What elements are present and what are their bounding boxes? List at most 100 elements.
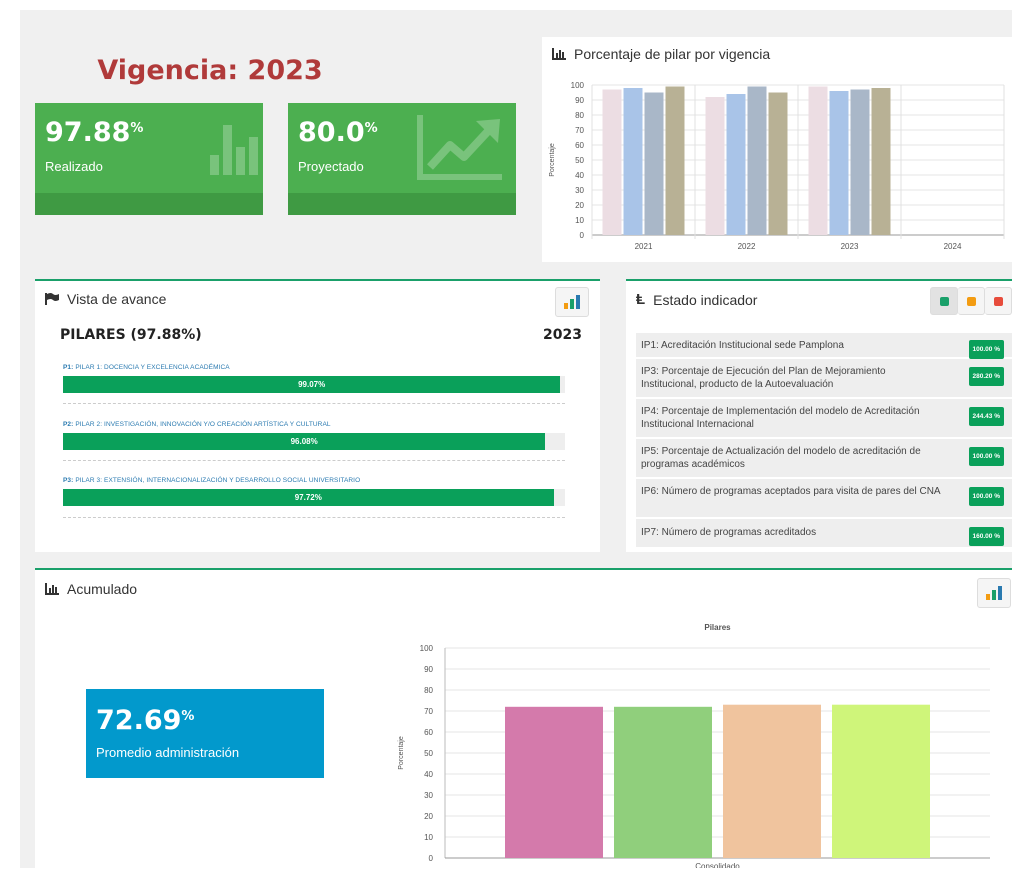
bar-chart-icon <box>552 48 566 60</box>
status-badge: 100.00 % <box>968 340 1004 359</box>
pilares-header: PILARES (97.88%) <box>60 327 202 343</box>
pillar-2-label: P2: PILAR 2: INVESTIGACIÓN, INNOVACIÓN Y… <box>63 421 331 428</box>
pillar-3-progress: 97.72% <box>63 489 565 506</box>
filter-orange-button[interactable] <box>958 287 985 315</box>
flag-icon <box>45 293 59 305</box>
chart-title: Pilares <box>704 623 731 632</box>
acumulado-header: Acumulado <box>45 581 137 597</box>
kpi-proyectado-card: 80.0% Proyectado <box>288 103 516 215</box>
y-tick-label: 40 <box>424 770 433 779</box>
chart-view-button[interactable] <box>555 287 589 317</box>
pillar-1-bar: 99.07% <box>63 376 561 393</box>
y-tick-label: 20 <box>575 201 584 210</box>
bar <box>623 88 643 235</box>
pilar-vigencia-chart: 0 10 20 30 40 50 60 70 80 90 100 Porcentaje 2021 2022… <box>549 81 1005 251</box>
estado-indicador-header: Ⱡ Estado indicador <box>636 291 757 308</box>
y-axis-label: Porcentaje <box>549 143 556 177</box>
indicator-row[interactable]: IP6: Número de programas aceptados para … <box>636 479 1012 517</box>
bar <box>747 86 767 235</box>
indicator-row[interactable]: IP4: Porcentaje de Implementación del mo… <box>636 399 1012 437</box>
y-tick-label: 100 <box>420 644 434 653</box>
status-badge: 100.00 % <box>968 487 1004 506</box>
indicator-row[interactable]: IP3: Porcentaje de Ejecución del Plan de… <box>636 359 1012 397</box>
y-tick-label: 40 <box>575 171 584 180</box>
kpi-realizado-band <box>35 193 263 215</box>
pilares-chart: Pilares 0 10 20 30 40 50 60 70 80 90 100 Porcentaje C… <box>398 623 990 868</box>
status-badge: 100.00 % <box>968 447 1004 466</box>
pillar-3-label: P3: PILAR 3: EXTENSIÓN, INTERNACIONALIZA… <box>63 477 361 484</box>
status-badge: 244.43 % <box>968 407 1004 426</box>
x-axis-label: Consolidado <box>695 862 740 868</box>
vista-avance-header: Vista de avance <box>45 291 166 307</box>
bar <box>644 92 664 235</box>
indicator-text: IP1: Acreditación Institucional sede Pam… <box>641 340 844 351</box>
y-tick-label: 70 <box>575 126 584 135</box>
divider <box>63 403 565 404</box>
bar <box>768 92 788 235</box>
kpi-proyectado-value: 80.0% <box>298 117 378 148</box>
vista-avance-panel: Vista de avance PILARES (97.88%) 2023 P1… <box>35 279 600 552</box>
bar <box>871 88 891 235</box>
x-tick-label: 2021 <box>635 242 653 251</box>
vista-avance-title: Vista de avance <box>67 291 167 307</box>
pilar-vigencia-title: Porcentaje de pilar por vigencia <box>574 46 771 62</box>
indicator-row[interactable]: IP5: Porcentaje de Actualización del mod… <box>636 439 1012 477</box>
color-bar-chart-icon <box>564 295 580 309</box>
divider <box>63 460 565 461</box>
bar <box>505 706 603 858</box>
pillar-2-progress: 96.08% <box>63 433 565 450</box>
y-tick-label: 60 <box>424 728 433 737</box>
status-badge: 160.00 % <box>968 527 1004 546</box>
kpi-realizado-value: 97.88% <box>45 117 144 148</box>
bar <box>808 86 828 235</box>
acumulado-title: Acumulado <box>67 581 138 597</box>
y-tick-label: 80 <box>575 111 584 120</box>
y-axis-label: Porcentaje <box>398 736 405 770</box>
y-tick-label: 100 <box>571 81 585 90</box>
y-tick-label: 50 <box>575 156 584 165</box>
y-tick-label: 20 <box>424 812 433 821</box>
bar <box>723 704 821 858</box>
y-tick-label: 10 <box>575 216 584 225</box>
y-tick-label: 90 <box>575 96 584 105</box>
kpi-realizado-label: Realizado <box>45 159 103 174</box>
indicator-text: IP6: Número de programas aceptados para … <box>641 486 941 497</box>
chart-view-button[interactable] <box>977 578 1011 608</box>
y-tick-label: 60 <box>575 141 584 150</box>
estado-indicador-panel: Ⱡ Estado indicador IP1: Acreditación Ins… <box>626 279 1012 552</box>
status-badge: 280.20 % <box>968 367 1004 386</box>
filter-green-button[interactable] <box>930 287 958 315</box>
pin-icon: Ⱡ <box>636 291 646 308</box>
kpi-proyectado-band <box>288 193 516 215</box>
x-tick-label: 2022 <box>738 242 756 251</box>
bar <box>705 97 725 235</box>
pillar-2-bar: 96.08% <box>63 433 546 450</box>
y-tick-label: 70 <box>424 707 433 716</box>
promedio-value: 72.69% <box>96 705 195 736</box>
x-tick-label: 2023 <box>841 242 859 251</box>
indicator-text: IP5: Porcentaje de Actualización del mod… <box>641 446 921 470</box>
y-tick-label: 90 <box>424 665 433 674</box>
pilares-year: 2023 <box>543 327 582 343</box>
divider <box>63 517 565 518</box>
bar <box>832 704 930 858</box>
indicator-text: IP7: Número de programas acreditados <box>641 527 817 538</box>
y-tick-label: 0 <box>580 231 585 240</box>
pillar-1-label: P1: PILAR 1: DOCENCIA Y EXCELENCIA ACADÉ… <box>63 364 230 371</box>
color-bar-chart-icon <box>986 586 1002 600</box>
indicator-row[interactable]: IP1: Acreditación Institucional sede Pam… <box>636 333 1012 359</box>
status-filter-group <box>930 287 1012 315</box>
bar <box>829 91 849 235</box>
estado-indicador-title: Estado indicador <box>653 291 758 308</box>
y-tick-label: 30 <box>575 186 584 195</box>
pilar-vigencia-panel: Porcentaje de pilar por vigencia 0 10 20 30… <box>542 37 1012 262</box>
filter-red-button[interactable] <box>985 287 1012 315</box>
dashboard: Vigencia: 2023 97.88% Realizado 80.0% Pr… <box>20 10 1012 870</box>
indicator-row[interactable]: IP7: Número de programas acreditados 160… <box>636 519 1012 547</box>
pilar-vigencia-header: Porcentaje de pilar por vigencia <box>552 46 770 62</box>
green-square-icon <box>939 296 949 306</box>
indicator-text: IP4: Porcentaje de Implementación del mo… <box>641 406 920 430</box>
red-square-icon <box>993 296 1003 306</box>
y-tick-label: 30 <box>424 791 433 800</box>
acumulado-panel: Acumulado 72.69% Promedio administración… <box>35 568 1012 870</box>
